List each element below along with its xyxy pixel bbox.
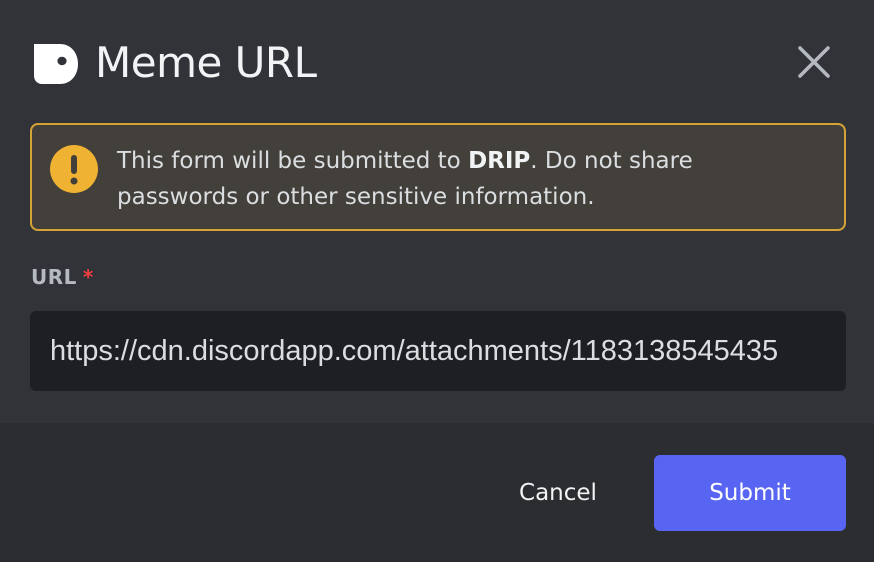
url-label-text: URL <box>31 265 77 289</box>
url-input[interactable] <box>30 311 846 391</box>
warning-text-before: This form will be submitted to <box>117 148 469 174</box>
warning-app-name: DRIP <box>468 148 531 174</box>
submit-button[interactable]: Submit <box>654 455 846 531</box>
warning-icon <box>50 145 98 193</box>
modal-title: Meme URL <box>95 38 317 87</box>
warning-message: This form will be submitted to DRIP. Do … <box>117 143 817 215</box>
url-field-label: URL * <box>31 265 94 289</box>
cancel-button[interactable]: Cancel <box>495 455 621 531</box>
modal-dialog: Meme URL This form will be submitted to … <box>0 0 874 562</box>
warning-notice: This form will be submitted to DRIP. Do … <box>30 123 846 231</box>
close-icon[interactable] <box>794 42 834 82</box>
required-marker: * <box>82 265 94 289</box>
app-logo-icon <box>34 44 78 84</box>
modal-body: Meme URL This form will be submitted to … <box>0 0 874 423</box>
